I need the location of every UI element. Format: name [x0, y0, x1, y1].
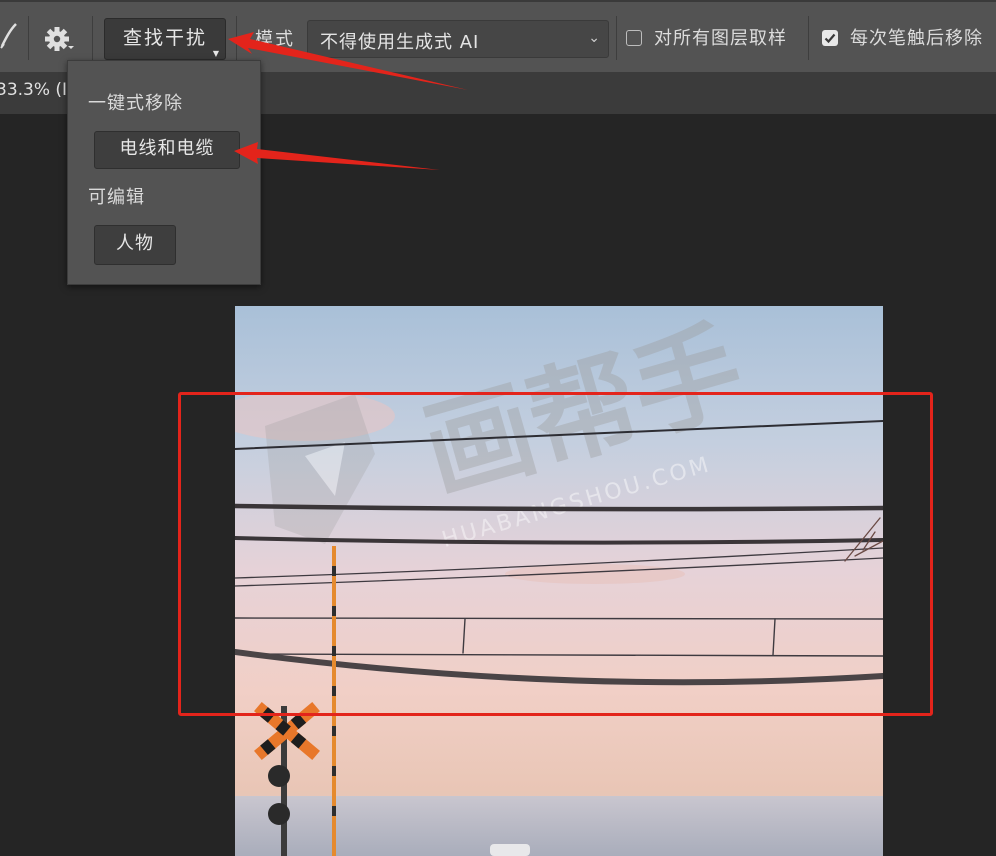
gear-icon[interactable] [42, 24, 76, 54]
wires-and-cables-button[interactable]: 电线和电缆 [94, 131, 240, 169]
mode-label: 模式 [255, 29, 295, 50]
editable-heading: 可编辑 [88, 187, 145, 208]
brush-tool-icon[interactable] [0, 20, 18, 50]
find-distractions-label: 查找干扰 [122, 27, 207, 49]
remove-after-stroke-checkbox[interactable] [822, 30, 838, 46]
find-distractions-button[interactable]: 查找干扰 ▼ [104, 18, 226, 60]
dropdown-caret-icon: ▼ [212, 49, 221, 58]
people-label: 人物 [116, 233, 154, 254]
toolbar-divider [28, 16, 29, 60]
highlight-box [178, 392, 933, 716]
mode-select-value: 不得使用生成式 AI [320, 32, 480, 53]
toolbar-divider [616, 16, 617, 60]
remove-after-stroke-label: 每次笔触后移除 [850, 28, 983, 49]
wires-and-cables-label: 电线和电缆 [119, 138, 215, 159]
find-distractions-menu: 一键式移除 电线和电缆 可编辑 人物 [67, 60, 261, 285]
arrow-to-wires-button [234, 142, 440, 170]
people-button[interactable]: 人物 [94, 225, 176, 265]
toolbar-divider [92, 16, 93, 60]
sample-all-layers-label: 对所有图层取样 [654, 28, 787, 49]
document-tab[interactable]: 33.3% (I [0, 80, 67, 100]
toolbar-divider [236, 16, 237, 60]
mode-select[interactable]: 不得使用生成式 AI ⌄ [307, 20, 609, 58]
chevron-down-icon: ⌄ [588, 30, 600, 46]
sample-all-layers-checkbox[interactable] [626, 30, 642, 46]
vehicle [490, 844, 530, 856]
toolbar-divider [808, 16, 809, 60]
one-click-remove-heading: 一键式移除 [88, 93, 183, 114]
